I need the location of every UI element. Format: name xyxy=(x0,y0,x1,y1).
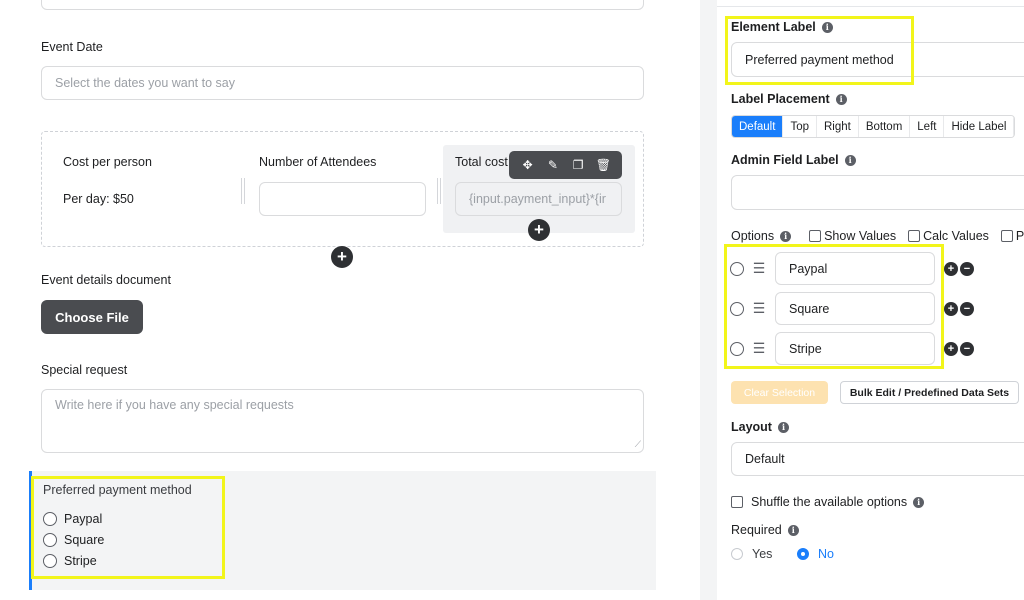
total-cost-formula: {input.payment_input}*{ir xyxy=(469,192,606,206)
required-yes[interactable]: Yes xyxy=(731,547,772,561)
add-option-icon[interactable]: + xyxy=(944,301,958,316)
column-resize-handle[interactable] xyxy=(241,178,245,204)
details-doc-label: Event details document xyxy=(41,273,171,287)
previous-field-input[interactable] xyxy=(41,0,644,10)
special-request-placeholder: Write here if you have any special reque… xyxy=(55,398,294,412)
placement-left[interactable]: Left xyxy=(910,116,945,137)
column-resize-handle[interactable] xyxy=(437,178,441,204)
placement-top[interactable]: Top xyxy=(783,116,817,137)
attendees-label: Number of Attendees xyxy=(259,155,377,169)
add-field-icon[interactable]: + xyxy=(331,246,353,268)
duplicate-icon[interactable]: ❐ xyxy=(569,158,587,172)
event-date-input[interactable]: Select the dates you want to say xyxy=(41,66,644,100)
highlight-box xyxy=(31,476,225,579)
resize-grip-icon[interactable]: ⟋ xyxy=(635,439,641,450)
required-title: Required i xyxy=(731,523,799,537)
admin-field-label-input[interactable] xyxy=(731,175,1024,210)
total-cost-label: Total cost xyxy=(455,155,508,169)
attendees-input[interactable] xyxy=(259,182,426,216)
info-icon[interactable]: i xyxy=(913,496,925,508)
panel-gutter xyxy=(700,0,717,600)
options-title: Options xyxy=(731,229,775,243)
divider xyxy=(717,6,1024,7)
placement-right[interactable]: Right xyxy=(816,116,859,137)
add-option-icon[interactable]: + xyxy=(944,261,958,276)
shuffle-row[interactable]: Shuffle the available options i xyxy=(731,495,925,509)
remove-option-icon[interactable]: − xyxy=(960,261,974,276)
cost-per-person-value: Per day: $50 xyxy=(63,192,134,206)
placement-hide-label[interactable]: Hide Label xyxy=(944,116,1015,137)
form-canvas: Event Date Select the dates you want to … xyxy=(0,0,700,600)
info-icon[interactable]: i xyxy=(787,524,799,536)
show-values-checkbox[interactable]: Show Values xyxy=(809,229,896,243)
cost-per-person-label: Cost per person xyxy=(63,155,152,169)
admin-field-label-title: Admin Field Label i xyxy=(731,153,856,167)
required-no[interactable]: No xyxy=(797,547,834,561)
extra-checkbox[interactable]: P xyxy=(1000,229,1024,243)
move-icon[interactable]: ✥ xyxy=(519,158,537,172)
label-placement-segmented: Default Top Right Bottom Left Hide Label xyxy=(731,115,1016,138)
radio-selected-icon[interactable] xyxy=(797,548,809,560)
clear-selection-button[interactable]: Clear Selection xyxy=(731,381,828,404)
radio-icon[interactable] xyxy=(731,548,743,560)
layout-select[interactable]: Default xyxy=(731,442,1024,476)
special-request-label: Special request xyxy=(41,363,128,377)
special-request-textarea[interactable]: Write here if you have any special reque… xyxy=(41,389,644,453)
label-placement-title: Label Placement i xyxy=(731,92,847,106)
choose-file-button[interactable]: Choose File xyxy=(41,300,143,334)
edit-icon[interactable]: ✎ xyxy=(544,158,562,172)
add-option-icon[interactable]: + xyxy=(944,341,958,356)
placement-default[interactable]: Default xyxy=(732,116,784,137)
info-icon[interactable]: i xyxy=(780,230,792,242)
highlight-box xyxy=(724,244,944,369)
info-icon[interactable]: i xyxy=(777,421,789,433)
info-icon[interactable]: i xyxy=(835,93,847,105)
remove-option-icon[interactable]: − xyxy=(960,341,974,356)
delete-icon[interactable]: 🗑 xyxy=(594,158,612,172)
highlight-box xyxy=(725,16,914,85)
field-toolbar: ✥ ✎ ❐ 🗑 xyxy=(509,151,622,179)
add-field-icon[interactable]: + xyxy=(528,219,550,241)
total-cost-input: {input.payment_input}*{ir xyxy=(455,182,622,216)
remove-option-icon[interactable]: − xyxy=(960,301,974,316)
placement-bottom[interactable]: Bottom xyxy=(858,116,911,137)
bulk-edit-button[interactable]: Bulk Edit / Predefined Data Sets xyxy=(840,381,1019,404)
calc-values-checkbox[interactable]: Calc Values xyxy=(908,229,989,243)
event-date-label: Event Date xyxy=(41,40,103,54)
event-date-placeholder: Select the dates you want to say xyxy=(55,76,235,90)
info-icon[interactable]: i xyxy=(844,154,856,166)
layout-title: Layout i xyxy=(731,420,789,434)
shuffle-checkbox[interactable] xyxy=(731,496,743,508)
options-header: Options i Show Values Calc Values P xyxy=(731,229,1024,243)
